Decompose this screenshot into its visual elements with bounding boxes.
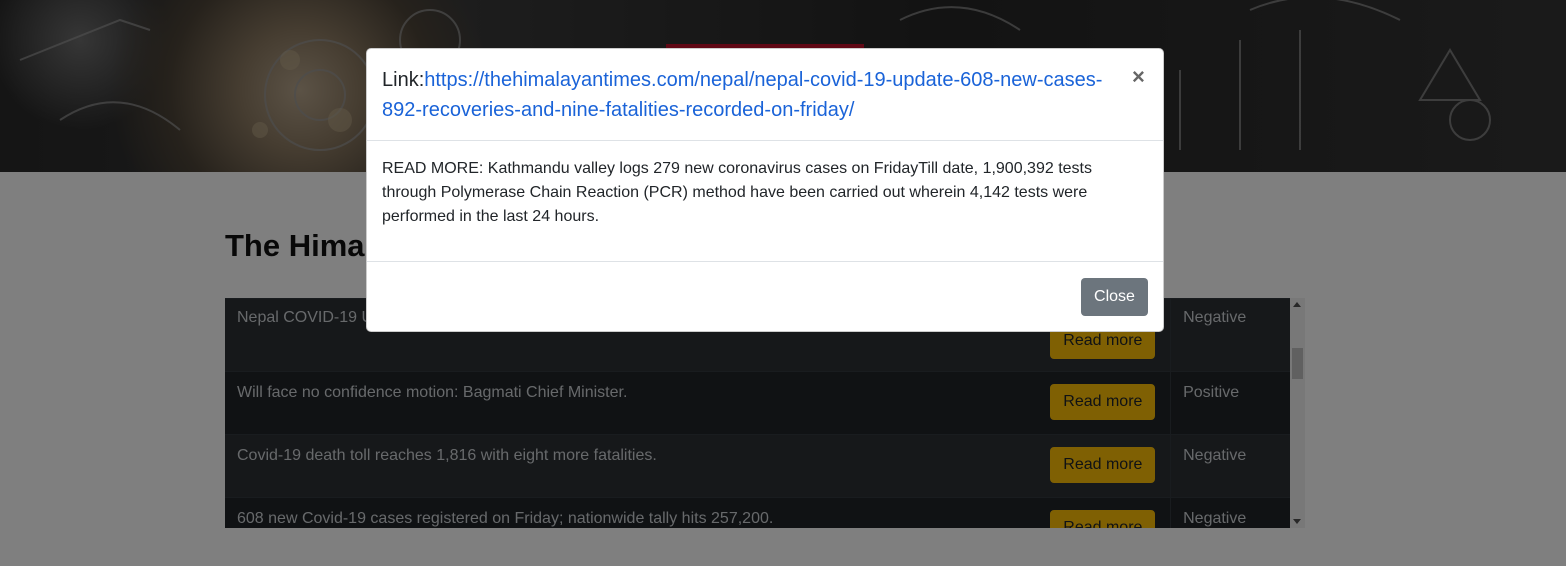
modal-footer: Close bbox=[367, 262, 1163, 332]
modal-title: Link:https://thehimalayantimes.com/nepal… bbox=[382, 65, 1107, 125]
modal-header: Link:https://thehimalayantimes.com/nepal… bbox=[367, 49, 1163, 141]
close-icon[interactable]: × bbox=[1132, 65, 1145, 89]
article-modal: Link:https://thehimalayantimes.com/nepal… bbox=[366, 48, 1164, 332]
close-button[interactable]: Close bbox=[1081, 278, 1148, 316]
link-label: Link: bbox=[382, 69, 425, 91]
modal-body: READ MORE: Kathmandu valley logs 279 new… bbox=[367, 141, 1163, 262]
article-link[interactable]: https://thehimalayantimes.com/nepal/nepa… bbox=[382, 69, 1102, 121]
